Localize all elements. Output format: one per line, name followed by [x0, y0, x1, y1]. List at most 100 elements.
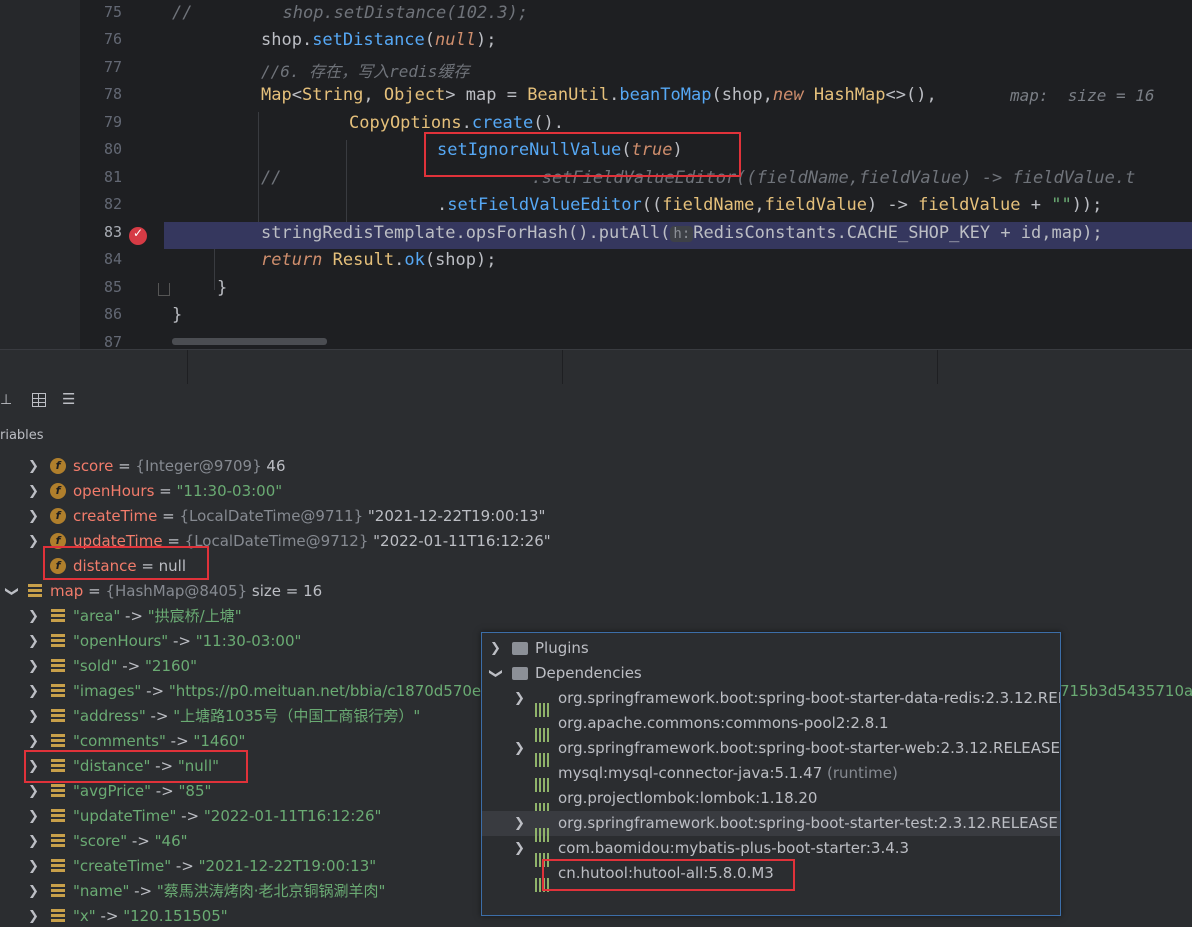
entry-icon [51, 684, 65, 698]
code-editor[interactable]: 75 76 77 78 79 80 81 82 83 84 85 86 87 ✓… [0, 0, 1192, 349]
splitter-divider [937, 350, 938, 385]
dependency-row-selected[interactable]: ❯ org.springframework.boot:spring-boot-s… [482, 811, 1060, 842]
field-icon: f [50, 558, 66, 574]
code-line-85: } [217, 278, 228, 298]
dependency-row[interactable]: ❯ org.springframework.boot:spring-boot-s… [482, 686, 1060, 717]
watch-icon[interactable]: ⊥ [0, 392, 12, 408]
expand-chevron-icon[interactable]: ❯ [28, 854, 39, 879]
fold-marker-icon[interactable] [158, 283, 170, 296]
variable-row[interactable]: ❯ f updateTime = {LocalDateTime@9712} "2… [0, 529, 1192, 554]
line-number: 76 [103, 30, 122, 48]
debugger-toolbar: ⊥ ☰ [0, 384, 1192, 419]
entry-icon [51, 859, 65, 873]
editor-left-strip [0, 0, 80, 349]
expand-chevron-icon[interactable]: ❯ [514, 736, 525, 761]
dependency-row[interactable]: ❯ com.baomidou:mybatis-plus-boot-starter… [482, 836, 1060, 867]
library-icon [535, 817, 551, 842]
field-icon: f [50, 508, 66, 524]
line-number: 82 [103, 195, 122, 213]
dependency-row[interactable]: cn.hutool:hutool-all:5.8.0.M3 [482, 861, 1060, 892]
variable-row[interactable]: ❯ f openHours = "11:30-03:00" [0, 479, 1192, 504]
collapse-chevron-icon[interactable]: ❯ [0, 586, 24, 597]
entry-icon [51, 609, 65, 623]
expand-chevron-icon[interactable]: ❯ [28, 704, 39, 729]
code-line-84: return Result.ok(shop); [261, 250, 497, 270]
line-number: 79 [103, 113, 122, 131]
entry-icon [51, 909, 65, 923]
expand-chevron-icon[interactable]: ❯ [28, 754, 39, 779]
panel-splitter-bar[interactable] [0, 349, 1192, 385]
library-icon [535, 792, 551, 817]
expand-chevron-icon[interactable]: ❯ [490, 636, 501, 661]
field-icon: f [50, 458, 66, 474]
expand-chevron-icon[interactable]: ❯ [28, 654, 39, 679]
variable-row[interactable]: ❯ f createTime = {LocalDateTime@9711} "2… [0, 504, 1192, 529]
line-number: 81 [103, 168, 122, 186]
tree-node-dependencies[interactable]: ❯ Dependencies [482, 661, 1060, 686]
code-line-78: Map<String, Object> map = BeanUtil.beanT… [261, 85, 937, 105]
line-number: 75 [103, 3, 122, 21]
splitter-divider [562, 350, 563, 385]
library-icon [535, 867, 551, 892]
maven-dependencies-popup[interactable]: ❯ Plugins ❯ Dependencies ❯ org.springfra… [481, 632, 1061, 916]
entry-icon [51, 759, 65, 773]
horizontal-scrollbar[interactable] [172, 338, 327, 345]
images-value-tail: 715b3d5435710a9 [1060, 682, 1192, 700]
library-icon [535, 742, 551, 767]
line-number: 78 [103, 85, 122, 103]
inline-debug-value-map: map: size = 16 [1010, 86, 1155, 105]
entry-icon [51, 834, 65, 848]
line-number: 83 [103, 223, 122, 241]
library-icon [535, 767, 551, 792]
dependency-row[interactable]: mysql:mysql-connector-java:5.1.47 (runti… [482, 761, 1060, 792]
line-number: 80 [103, 140, 122, 158]
expand-chevron-icon[interactable]: ❯ [514, 686, 525, 711]
dependency-row[interactable]: ❯ org.springframework.boot:spring-boot-s… [482, 736, 1060, 767]
collapse-chevron-icon[interactable]: ❯ [483, 668, 508, 679]
entry-icon [51, 809, 65, 823]
expand-chevron-icon[interactable]: ❯ [28, 479, 39, 504]
expand-chevron-icon[interactable]: ❯ [28, 629, 39, 654]
tree-node-plugins[interactable]: ❯ Plugins [482, 636, 1060, 661]
field-icon: f [50, 483, 66, 499]
library-icon [535, 842, 551, 867]
expand-chevron-icon[interactable]: ❯ [28, 804, 39, 829]
expand-chevron-icon[interactable]: ❯ [514, 811, 525, 836]
layout-settings-icon[interactable]: ☰ [62, 390, 75, 408]
expand-chevron-icon[interactable]: ❯ [28, 904, 39, 927]
map-entry-row[interactable]: ❯ "area" -> "拱宸桥/上塘" [0, 604, 1192, 629]
expand-chevron-icon[interactable]: ❯ [28, 604, 39, 629]
expand-chevron-icon[interactable]: ❯ [514, 836, 525, 861]
expand-chevron-icon[interactable]: ❯ [28, 879, 39, 904]
expand-chevron-icon[interactable]: ❯ [28, 454, 39, 479]
indent-guide [258, 112, 259, 237]
expand-chevron-icon[interactable]: ❯ [28, 729, 39, 754]
param-hint-inlay: h: [670, 226, 694, 242]
variable-row-map[interactable]: ❯ map = {HashMap@8405} size = 16 [0, 579, 1192, 604]
expand-chevron-icon[interactable]: ❯ [28, 779, 39, 804]
field-icon: f [50, 533, 66, 549]
line-number: 85 [103, 278, 122, 296]
expand-chevron-icon[interactable]: ❯ [28, 679, 39, 704]
dependency-row[interactable]: org.apache.commons:commons-pool2:2.8.1 [482, 711, 1060, 742]
code-line-75: //shop.setDistance(102.3); [172, 3, 529, 23]
table-view-icon[interactable] [32, 393, 46, 407]
code-line-79: CopyOptions.create(). [349, 113, 564, 133]
code-line-82: .setFieldValueEditor((fieldName,fieldVal… [437, 195, 1103, 215]
folder-icon [512, 642, 528, 655]
entry-icon [51, 634, 65, 648]
line-number: 86 [103, 305, 122, 323]
entry-icon [51, 784, 65, 798]
variable-row[interactable]: f distance = null [0, 554, 1192, 579]
expand-chevron-icon[interactable]: ❯ [28, 829, 39, 854]
code-line-86: } [172, 305, 183, 325]
line-number: 87 [103, 333, 122, 349]
local-var-icon [28, 584, 42, 598]
expand-chevron-icon[interactable]: ❯ [28, 529, 39, 554]
dependency-row[interactable]: org.projectlombok:lombok:1.18.20 [482, 786, 1060, 817]
expand-chevron-icon[interactable]: ❯ [28, 504, 39, 529]
line-number: 84 [103, 250, 122, 268]
code-line-77: //6. 存在，写入redis缓存 [261, 62, 470, 81]
entry-icon [51, 659, 65, 673]
variable-row[interactable]: ❯ f score = {Integer@9709} 46 [0, 454, 1192, 479]
